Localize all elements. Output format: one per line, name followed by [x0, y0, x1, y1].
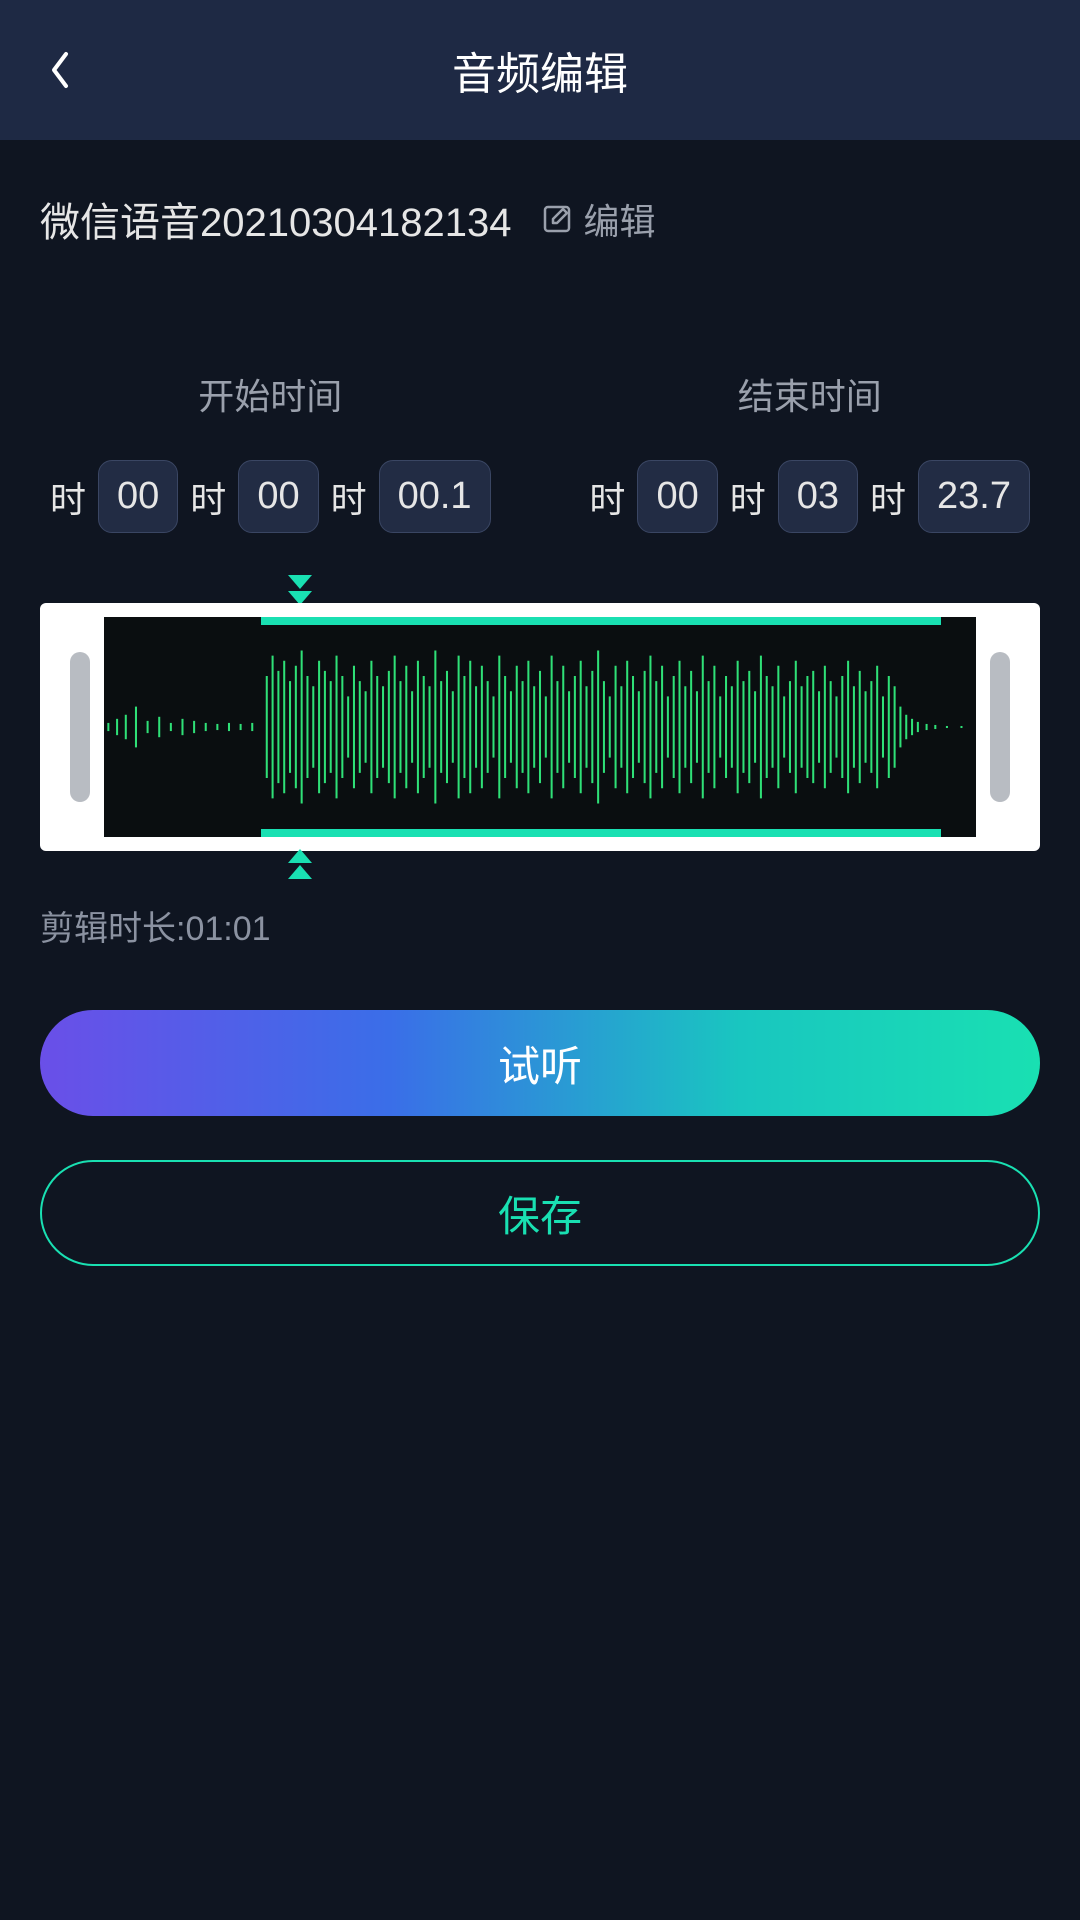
end-min-input[interactable]: 03: [778, 460, 858, 533]
end-time-inputs: 时 00 时 03 时 23.7: [589, 460, 1030, 533]
selection-top-bar: [261, 617, 941, 625]
time-section: 开始时间 时 00 时 00 时 00.1 结束时间 时 00 时 03 时 2…: [40, 368, 1040, 533]
edit-label: 编辑: [583, 193, 655, 245]
waveform-svg: [104, 625, 976, 829]
trim-duration-value: 01:01: [185, 910, 270, 948]
back-button[interactable]: [40, 50, 80, 90]
waveform-container: [40, 603, 1040, 851]
end-hour-input[interactable]: 00: [637, 460, 717, 533]
unit-label: 时: [589, 471, 625, 523]
unit-label: 时: [331, 471, 367, 523]
save-button[interactable]: 保存: [40, 1160, 1040, 1266]
left-handle[interactable]: [70, 652, 90, 802]
selection-bottom-bar: [261, 829, 941, 837]
start-hour-input[interactable]: 00: [98, 460, 178, 533]
right-handle[interactable]: [990, 652, 1010, 802]
waveform-box: [40, 603, 1040, 851]
chevron-left-icon: [48, 50, 72, 90]
start-time-column: 开始时间 时 00 时 00 时 00.1: [50, 368, 491, 533]
triangle-up-icon: [288, 865, 312, 879]
start-time-inputs: 时 00 时 00 时 00.1: [50, 460, 491, 533]
trim-duration-label: 剪辑时长:: [40, 910, 185, 948]
content: 微信语音20210304182134 编辑 开始时间 时 00 时 00 时 0…: [0, 140, 1080, 950]
preview-button[interactable]: 试听: [40, 1010, 1040, 1116]
triangle-up-icon: [288, 849, 312, 863]
start-min-input[interactable]: 00: [238, 460, 318, 533]
end-sec-input[interactable]: 23.7: [918, 460, 1030, 533]
end-time-column: 结束时间 时 00 时 03 时 23.7: [589, 368, 1030, 533]
waveform-area[interactable]: [104, 617, 976, 837]
unit-label: 时: [730, 471, 766, 523]
trim-duration: 剪辑时长:01:01: [40, 901, 1040, 950]
start-sec-input[interactable]: 00.1: [379, 460, 491, 533]
edit-icon: [541, 203, 573, 235]
unit-label: 时: [870, 471, 906, 523]
action-buttons: 试听 保存: [40, 1010, 1040, 1266]
unit-label: 时: [190, 471, 226, 523]
selection-marker-bottom[interactable]: [288, 847, 312, 879]
page-title: 音频编辑: [40, 38, 1040, 102]
rename-button[interactable]: 编辑: [541, 193, 655, 245]
end-time-label: 结束时间: [738, 368, 882, 420]
header: 音频编辑: [0, 0, 1080, 140]
unit-label: 时: [50, 471, 86, 523]
filename-text: 微信语音20210304182134: [40, 190, 511, 248]
start-time-label: 开始时间: [198, 368, 342, 420]
triangle-down-icon: [288, 575, 312, 589]
filename-row: 微信语音20210304182134 编辑: [40, 190, 1040, 248]
